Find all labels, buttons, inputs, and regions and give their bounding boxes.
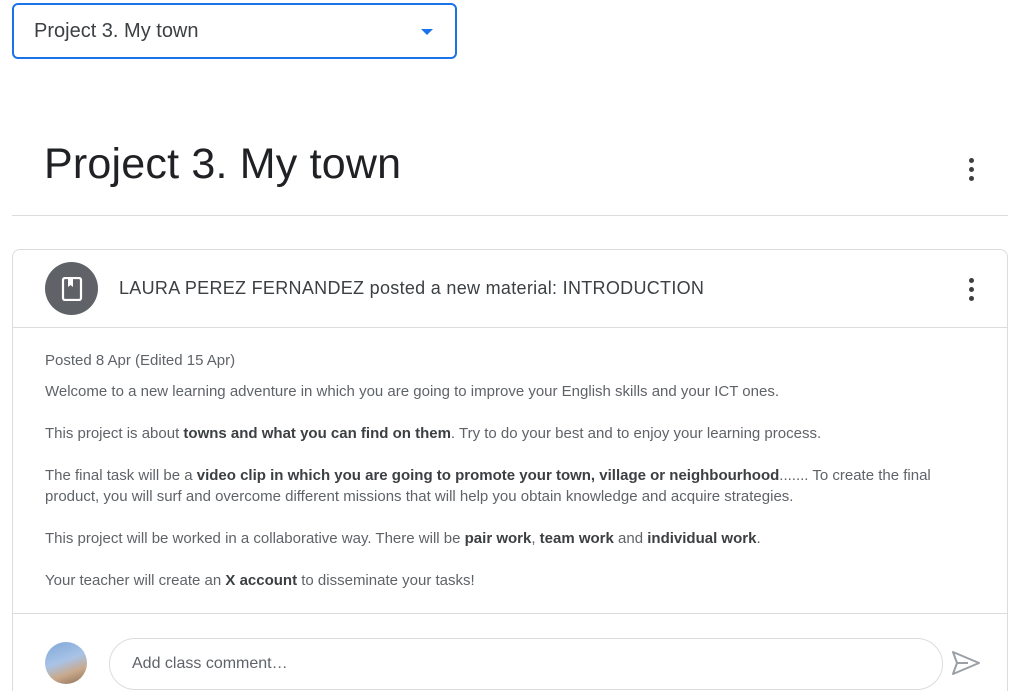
send-icon[interactable]: [951, 650, 985, 678]
page-title: Project 3. My town: [44, 140, 402, 188]
paragraph-5: Your teacher will create an X account to…: [45, 572, 475, 589]
posted-date: Posted 8 Apr (Edited 15 Apr): [45, 352, 236, 369]
paragraph-4: This project will be worked in a collabo…: [45, 530, 761, 547]
paragraph-2: This project is about towns and what you…: [45, 425, 822, 442]
post-card: LAURA PEREZ FERNANDEZ posted a new mater…: [12, 249, 1008, 691]
paragraph-1: Welcome to a new learning adventure in w…: [45, 383, 779, 400]
comment-divider: [13, 613, 1007, 614]
paragraph-3: The final task will be a video clip in w…: [45, 467, 931, 505]
post-header-text: LAURA PEREZ FERNANDEZ posted a new mater…: [119, 278, 705, 298]
material-icon: [45, 262, 98, 315]
topic-select-value: Project 3. My town: [34, 19, 199, 42]
more-options-icon[interactable]: [956, 154, 986, 184]
title-divider: [12, 215, 1008, 216]
caret-down-icon: [421, 29, 433, 35]
topic-select[interactable]: Project 3. My town: [12, 3, 457, 59]
class-comment-input[interactable]: [109, 638, 943, 690]
post-options-icon[interactable]: [956, 274, 986, 304]
post-header[interactable]: LAURA PEREZ FERNANDEZ posted a new mater…: [13, 250, 1007, 328]
user-avatar: [45, 642, 87, 684]
